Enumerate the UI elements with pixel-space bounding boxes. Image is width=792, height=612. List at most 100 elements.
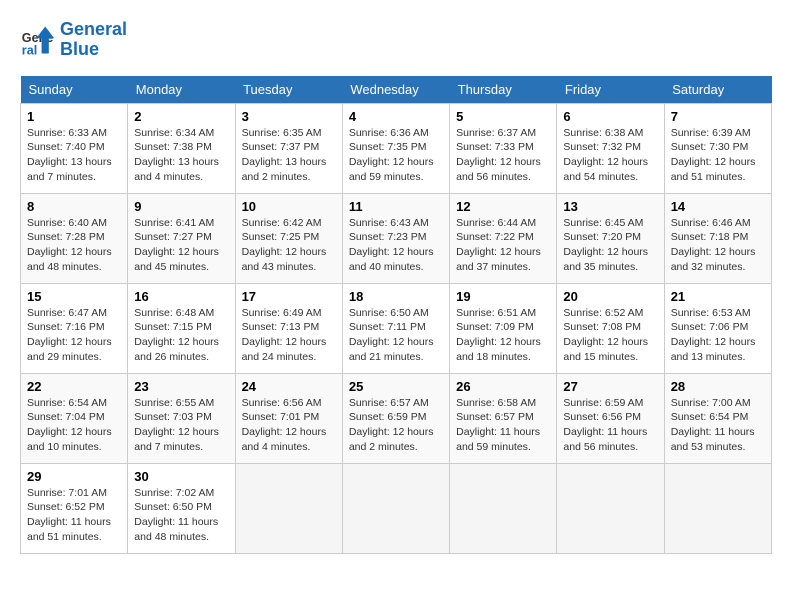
day-number: 27	[563, 379, 657, 394]
calendar-cell	[664, 463, 771, 553]
day-info: Sunrise: 6:42 AM Sunset: 7:25 PM Dayligh…	[242, 216, 336, 275]
svg-text:ral: ral	[22, 43, 37, 57]
day-info: Sunrise: 6:48 AM Sunset: 7:15 PM Dayligh…	[134, 306, 228, 365]
day-info: Sunrise: 6:59 AM Sunset: 6:56 PM Dayligh…	[563, 396, 657, 455]
calendar-cell: 15 Sunrise: 6:47 AM Sunset: 7:16 PM Dayl…	[21, 283, 128, 373]
day-header-thursday: Thursday	[450, 76, 557, 104]
day-header-sunday: Sunday	[21, 76, 128, 104]
day-header-saturday: Saturday	[664, 76, 771, 104]
day-number: 8	[27, 199, 121, 214]
day-number: 7	[671, 109, 765, 124]
day-info: Sunrise: 6:36 AM Sunset: 7:35 PM Dayligh…	[349, 126, 443, 185]
day-info: Sunrise: 6:54 AM Sunset: 7:04 PM Dayligh…	[27, 396, 121, 455]
day-number: 16	[134, 289, 228, 304]
day-header-monday: Monday	[128, 76, 235, 104]
day-number: 10	[242, 199, 336, 214]
day-number: 29	[27, 469, 121, 484]
calendar-cell: 5 Sunrise: 6:37 AM Sunset: 7:33 PM Dayli…	[450, 103, 557, 193]
day-number: 2	[134, 109, 228, 124]
header: Gene ral GeneralBlue	[20, 20, 772, 60]
day-number: 17	[242, 289, 336, 304]
day-info: Sunrise: 6:49 AM Sunset: 7:13 PM Dayligh…	[242, 306, 336, 365]
day-info: Sunrise: 6:43 AM Sunset: 7:23 PM Dayligh…	[349, 216, 443, 275]
day-header-friday: Friday	[557, 76, 664, 104]
day-info: Sunrise: 6:35 AM Sunset: 7:37 PM Dayligh…	[242, 126, 336, 185]
day-info: Sunrise: 6:40 AM Sunset: 7:28 PM Dayligh…	[27, 216, 121, 275]
day-number: 23	[134, 379, 228, 394]
calendar-cell: 12 Sunrise: 6:44 AM Sunset: 7:22 PM Dayl…	[450, 193, 557, 283]
calendar-cell: 7 Sunrise: 6:39 AM Sunset: 7:30 PM Dayli…	[664, 103, 771, 193]
day-info: Sunrise: 6:46 AM Sunset: 7:18 PM Dayligh…	[671, 216, 765, 275]
day-number: 3	[242, 109, 336, 124]
calendar-cell: 22 Sunrise: 6:54 AM Sunset: 7:04 PM Dayl…	[21, 373, 128, 463]
calendar-cell: 19 Sunrise: 6:51 AM Sunset: 7:09 PM Dayl…	[450, 283, 557, 373]
day-info: Sunrise: 6:34 AM Sunset: 7:38 PM Dayligh…	[134, 126, 228, 185]
day-info: Sunrise: 6:45 AM Sunset: 7:20 PM Dayligh…	[563, 216, 657, 275]
day-info: Sunrise: 7:01 AM Sunset: 6:52 PM Dayligh…	[27, 486, 121, 545]
day-number: 12	[456, 199, 550, 214]
day-number: 28	[671, 379, 765, 394]
calendar-cell	[450, 463, 557, 553]
day-info: Sunrise: 6:38 AM Sunset: 7:32 PM Dayligh…	[563, 126, 657, 185]
calendar-cell: 10 Sunrise: 6:42 AM Sunset: 7:25 PM Dayl…	[235, 193, 342, 283]
calendar-cell	[557, 463, 664, 553]
calendar-table: SundayMondayTuesdayWednesdayThursdayFrid…	[20, 76, 772, 554]
day-info: Sunrise: 6:58 AM Sunset: 6:57 PM Dayligh…	[456, 396, 550, 455]
calendar-cell: 16 Sunrise: 6:48 AM Sunset: 7:15 PM Dayl…	[128, 283, 235, 373]
calendar-cell: 29 Sunrise: 7:01 AM Sunset: 6:52 PM Dayl…	[21, 463, 128, 553]
calendar-cell: 28 Sunrise: 7:00 AM Sunset: 6:54 PM Dayl…	[664, 373, 771, 463]
day-info: Sunrise: 6:37 AM Sunset: 7:33 PM Dayligh…	[456, 126, 550, 185]
calendar-cell: 13 Sunrise: 6:45 AM Sunset: 7:20 PM Dayl…	[557, 193, 664, 283]
day-number: 1	[27, 109, 121, 124]
day-number: 14	[671, 199, 765, 214]
calendar-cell: 23 Sunrise: 6:55 AM Sunset: 7:03 PM Dayl…	[128, 373, 235, 463]
day-header-wednesday: Wednesday	[342, 76, 449, 104]
calendar-cell: 4 Sunrise: 6:36 AM Sunset: 7:35 PM Dayli…	[342, 103, 449, 193]
day-info: Sunrise: 6:50 AM Sunset: 7:11 PM Dayligh…	[349, 306, 443, 365]
day-number: 19	[456, 289, 550, 304]
day-info: Sunrise: 6:56 AM Sunset: 7:01 PM Dayligh…	[242, 396, 336, 455]
calendar-cell: 21 Sunrise: 6:53 AM Sunset: 7:06 PM Dayl…	[664, 283, 771, 373]
day-info: Sunrise: 7:02 AM Sunset: 6:50 PM Dayligh…	[134, 486, 228, 545]
calendar-cell: 26 Sunrise: 6:58 AM Sunset: 6:57 PM Dayl…	[450, 373, 557, 463]
day-number: 24	[242, 379, 336, 394]
calendar-cell: 3 Sunrise: 6:35 AM Sunset: 7:37 PM Dayli…	[235, 103, 342, 193]
calendar-cell: 27 Sunrise: 6:59 AM Sunset: 6:56 PM Dayl…	[557, 373, 664, 463]
day-number: 30	[134, 469, 228, 484]
day-number: 22	[27, 379, 121, 394]
calendar-cell: 1 Sunrise: 6:33 AM Sunset: 7:40 PM Dayli…	[21, 103, 128, 193]
day-number: 9	[134, 199, 228, 214]
day-info: Sunrise: 6:41 AM Sunset: 7:27 PM Dayligh…	[134, 216, 228, 275]
day-info: Sunrise: 6:33 AM Sunset: 7:40 PM Dayligh…	[27, 126, 121, 185]
calendar-cell: 9 Sunrise: 6:41 AM Sunset: 7:27 PM Dayli…	[128, 193, 235, 283]
day-info: Sunrise: 6:47 AM Sunset: 7:16 PM Dayligh…	[27, 306, 121, 365]
calendar-cell: 30 Sunrise: 7:02 AM Sunset: 6:50 PM Dayl…	[128, 463, 235, 553]
day-info: Sunrise: 6:52 AM Sunset: 7:08 PM Dayligh…	[563, 306, 657, 365]
day-header-tuesday: Tuesday	[235, 76, 342, 104]
calendar-cell: 6 Sunrise: 6:38 AM Sunset: 7:32 PM Dayli…	[557, 103, 664, 193]
day-number: 18	[349, 289, 443, 304]
calendar-cell: 2 Sunrise: 6:34 AM Sunset: 7:38 PM Dayli…	[128, 103, 235, 193]
day-number: 11	[349, 199, 443, 214]
calendar-cell: 14 Sunrise: 6:46 AM Sunset: 7:18 PM Dayl…	[664, 193, 771, 283]
day-number: 4	[349, 109, 443, 124]
logo-text: GeneralBlue	[60, 20, 127, 60]
day-number: 5	[456, 109, 550, 124]
day-number: 13	[563, 199, 657, 214]
day-number: 15	[27, 289, 121, 304]
calendar-cell: 20 Sunrise: 6:52 AM Sunset: 7:08 PM Dayl…	[557, 283, 664, 373]
day-info: Sunrise: 6:55 AM Sunset: 7:03 PM Dayligh…	[134, 396, 228, 455]
day-number: 6	[563, 109, 657, 124]
day-info: Sunrise: 6:44 AM Sunset: 7:22 PM Dayligh…	[456, 216, 550, 275]
calendar-cell: 17 Sunrise: 6:49 AM Sunset: 7:13 PM Dayl…	[235, 283, 342, 373]
logo-icon: Gene ral	[20, 22, 56, 58]
calendar-cell	[342, 463, 449, 553]
calendar-cell: 11 Sunrise: 6:43 AM Sunset: 7:23 PM Dayl…	[342, 193, 449, 283]
day-number: 21	[671, 289, 765, 304]
calendar-cell	[235, 463, 342, 553]
day-info: Sunrise: 6:53 AM Sunset: 7:06 PM Dayligh…	[671, 306, 765, 365]
day-info: Sunrise: 6:51 AM Sunset: 7:09 PM Dayligh…	[456, 306, 550, 365]
day-info: Sunrise: 6:57 AM Sunset: 6:59 PM Dayligh…	[349, 396, 443, 455]
day-number: 26	[456, 379, 550, 394]
calendar-cell: 18 Sunrise: 6:50 AM Sunset: 7:11 PM Dayl…	[342, 283, 449, 373]
